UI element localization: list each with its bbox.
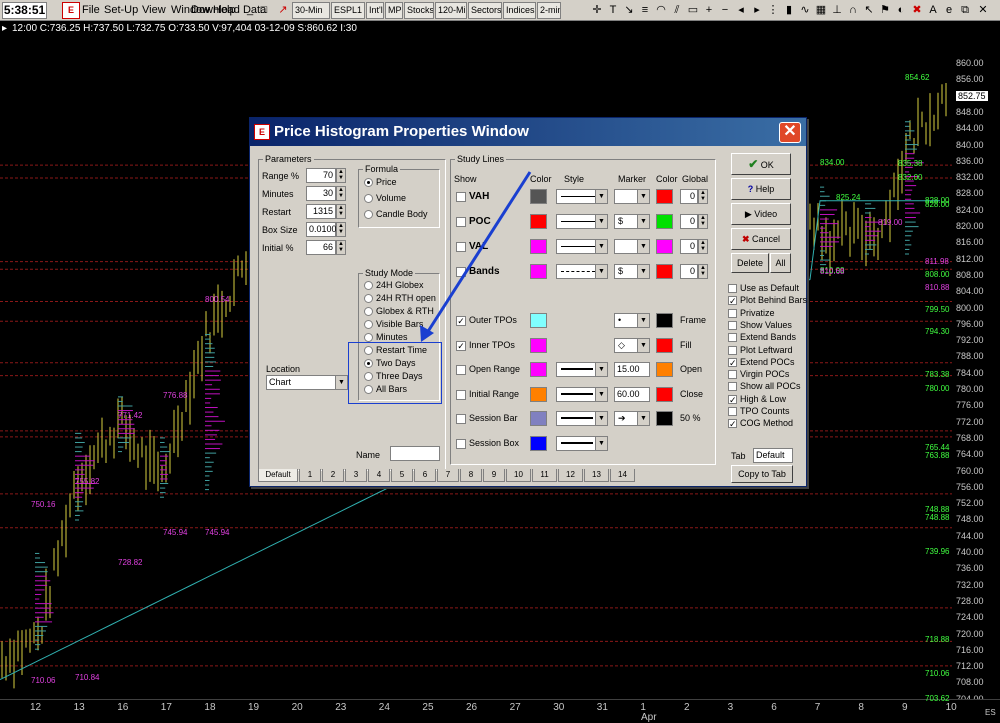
annotation-arrow-line: [425, 171, 532, 334]
annotation-arrow: [420, 171, 532, 342]
app-window: 5:38:51 E File Set-Up View Window Help _…: [0, 0, 1000, 723]
